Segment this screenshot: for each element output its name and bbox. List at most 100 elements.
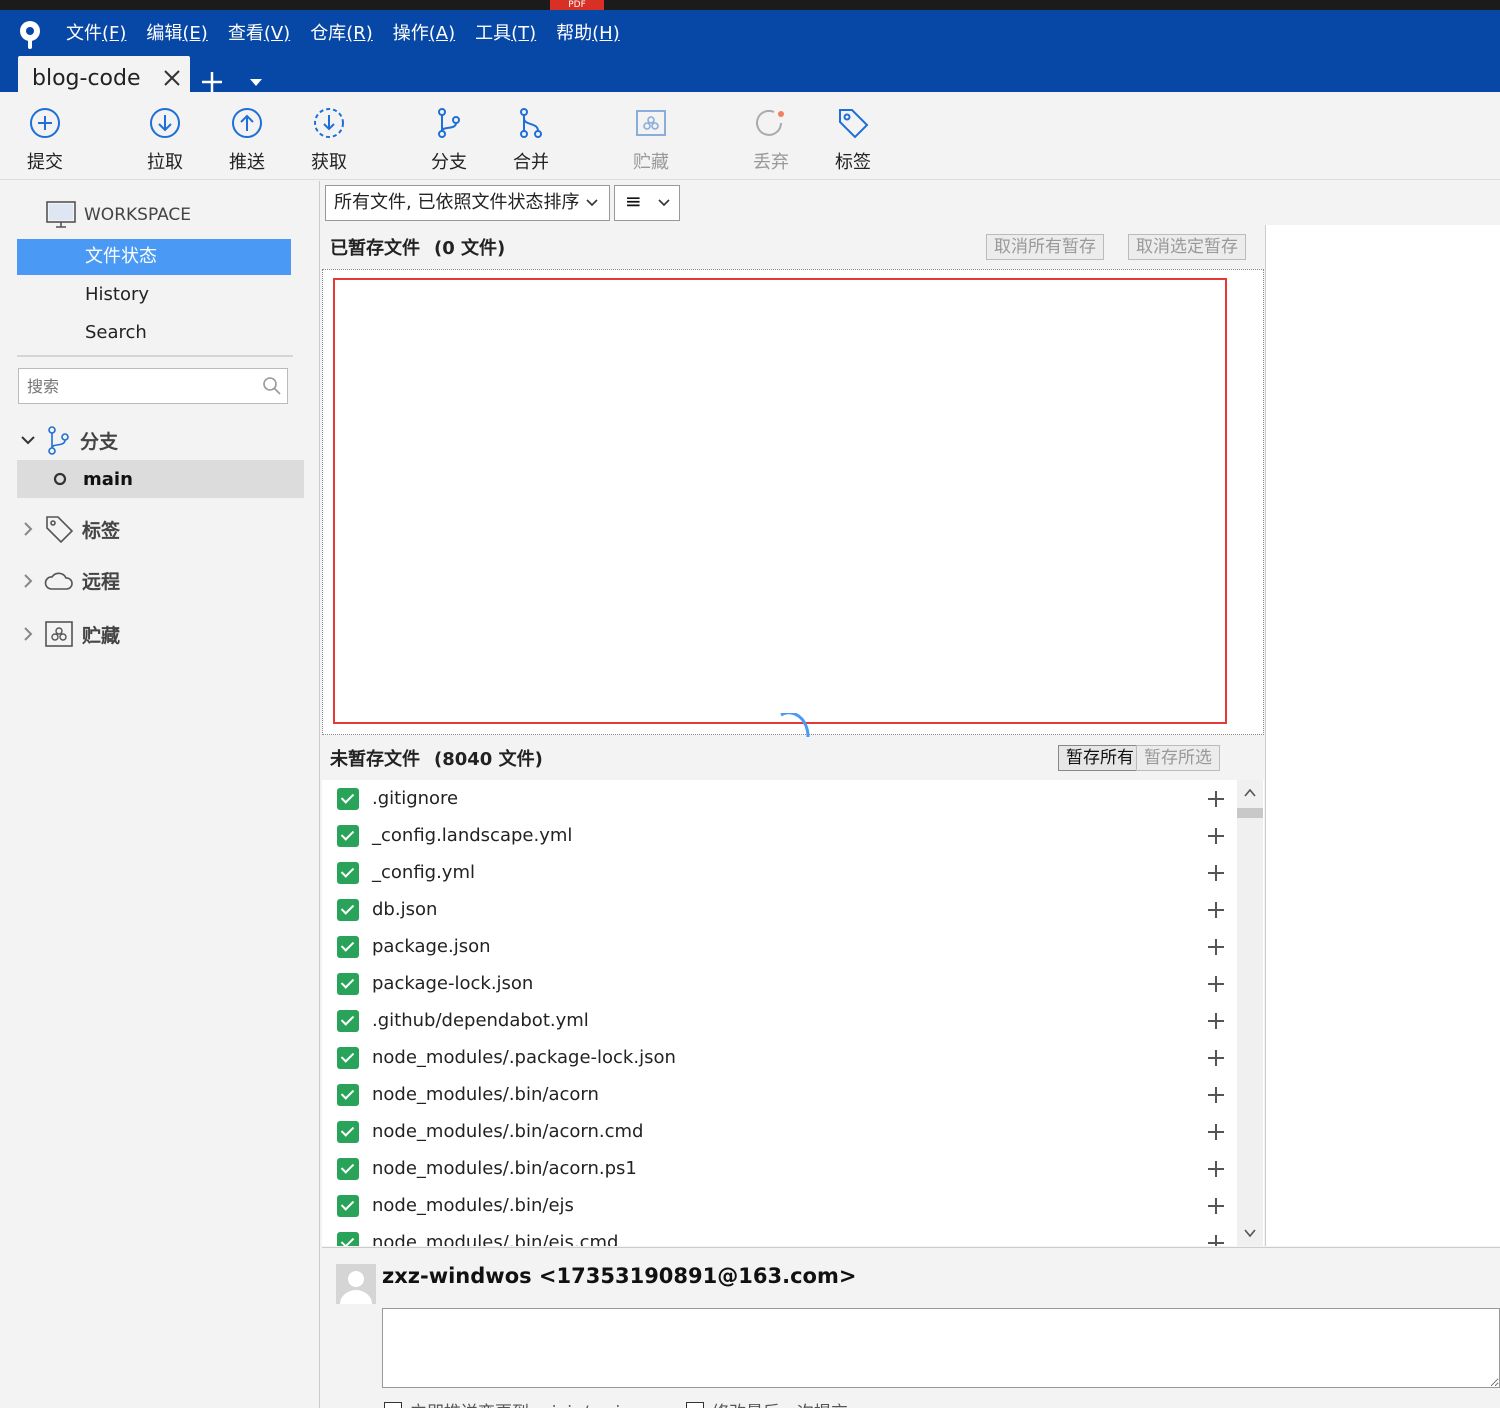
branch-item-main[interactable]: main [17,460,304,498]
stage-file-plus-icon[interactable] [1206,1196,1226,1216]
file-row[interactable]: node_modules/.bin/acorn [322,1076,1237,1113]
file-checkbox[interactable] [337,824,359,847]
stage-file-plus-icon[interactable] [1206,789,1226,809]
file-row[interactable]: _config.yml [322,854,1237,891]
chevron-down-icon[interactable] [1244,1228,1256,1238]
menu-item-0[interactable]: 文件(F) [56,18,136,50]
menu-item-4[interactable]: 操作(A) [383,18,465,50]
stage-file-plus-icon[interactable] [1206,1011,1226,1031]
menu-bar: 文件(F) 编辑(E) 查看(V) 仓库(R) 操作(A) 工具(T) 帮助(H) [56,18,630,50]
menu-item-3[interactable]: 仓库(R) [300,18,383,50]
file-checkbox[interactable] [337,1046,359,1069]
file-checkbox[interactable] [337,972,359,995]
avatar [336,1264,376,1304]
menu-item-6[interactable]: 帮助(H) [546,18,630,50]
remotes-group[interactable]: 远程 [20,567,120,594]
file-checkbox[interactable] [337,1231,359,1246]
file-name: node_modules/.package-lock.json [372,1047,676,1068]
push-immediately-option[interactable]: 立即推送变更到 origin/main [384,1398,631,1408]
file-row[interactable]: package.json [322,928,1237,965]
unstage-all-button[interactable]: 取消所有暂存 [986,234,1104,260]
file-checkbox[interactable] [337,1009,359,1032]
stage-file-plus-icon[interactable] [1206,1233,1226,1247]
file-row[interactable]: package-lock.json [322,965,1237,1002]
push-button[interactable]: 推送 [217,106,277,174]
file-row[interactable]: .gitignore [322,780,1237,817]
file-name: package.json [372,936,491,957]
file-name: node_modules/.bin/acorn.ps1 [372,1158,637,1179]
file-row[interactable]: node_modules/.package-lock.json [322,1039,1237,1076]
chevron-down-icon[interactable] [250,79,262,86]
menu-item-2[interactable]: 查看(V) [218,18,300,50]
file-checkbox[interactable] [337,935,359,958]
stage-file-plus-icon[interactable] [1206,1122,1226,1142]
file-checkbox[interactable] [337,1194,359,1217]
tag-icon [839,109,869,139]
sidebar-item-search[interactable]: Search [17,315,291,351]
branch-button[interactable]: 分支 [419,106,479,174]
stage-file-plus-icon[interactable] [1206,974,1226,994]
file-row[interactable]: node_modules/.bin/acorn.ps1 [322,1150,1237,1187]
staged-files-list[interactable] [322,269,1264,735]
tag-button[interactable]: 标签 [823,106,883,174]
commit-button[interactable]: 提交 [15,106,75,174]
stage-file-plus-icon[interactable] [1206,863,1226,883]
push-immediately-checkbox[interactable] [384,1401,402,1408]
workspace-header: WORKSPACE [46,201,191,229]
stage-file-plus-icon[interactable] [1206,826,1226,846]
file-row[interactable]: db.json [322,891,1237,928]
amend-checkbox[interactable] [686,1401,704,1408]
commit-area: zxz-windwos <17353190891@163.com> 立即推送变更… [322,1247,1500,1408]
stage-all-button[interactable]: 暂存所有 [1058,745,1142,771]
sidebar-item-file-status[interactable]: 文件状态 [17,239,291,275]
file-name: .github/dependabot.yml [372,1010,589,1031]
discard-button[interactable]: 丢弃 [741,106,801,174]
pull-button[interactable]: 拉取 [135,106,195,174]
branches-group[interactable]: 分支 [20,425,118,455]
file-checkbox[interactable] [337,861,359,884]
scrollbar-thumb[interactable] [1237,808,1263,818]
monitor-icon [46,201,76,228]
stage-file-plus-icon[interactable] [1206,900,1226,920]
menu-item-1[interactable]: 编辑(E) [136,18,217,50]
plus-icon[interactable] [200,70,224,94]
file-row[interactable]: node_modules/.bin/acorn.cmd [322,1113,1237,1150]
menu-item-5[interactable]: 工具(T) [465,18,546,50]
tags-group[interactable]: 标签 [20,514,120,544]
sidebar-search-input[interactable] [18,368,288,404]
file-checkbox[interactable] [337,787,359,810]
chevron-up-icon[interactable] [1244,788,1256,798]
sourcetree-logo-icon [20,21,40,49]
file-checkbox[interactable] [337,898,359,921]
user-icon [340,1271,372,1304]
fetch-button[interactable]: 获取 [299,106,359,174]
file-checkbox[interactable] [337,1120,359,1143]
amend-option[interactable]: 修改最后一次提交 [686,1398,848,1408]
file-filter-dropdown[interactable]: 所有文件, 已依照文件状态排序 [325,185,610,221]
unstage-selected-button[interactable]: 取消选定暂存 [1128,234,1246,260]
sidebar-item-history[interactable]: History [17,277,291,313]
tag-icon [46,516,74,544]
file-row[interactable]: node_modules/.bin/ejs [322,1187,1237,1224]
file-row[interactable]: _config.landscape.yml [322,817,1237,854]
branch-icon [48,426,69,455]
stash-button[interactable]: 贮藏 [621,106,681,174]
file-row[interactable]: node_modules/.bin/ejs.cmd [322,1224,1237,1246]
vertical-scrollbar[interactable] [1237,780,1263,1246]
stashes-group[interactable]: 贮藏 [20,620,120,648]
commit-message-input[interactable] [382,1308,1500,1388]
stage-file-plus-icon[interactable] [1206,1085,1226,1105]
arrow-up-circle-icon [232,108,262,138]
view-mode-dropdown[interactable]: ≡ [614,185,680,221]
stage-file-plus-icon[interactable] [1206,937,1226,957]
stage-file-plus-icon[interactable] [1206,1048,1226,1068]
stage-file-plus-icon[interactable] [1206,1159,1226,1179]
stage-selected-button[interactable]: 暂存所选 [1136,745,1220,771]
file-checkbox[interactable] [337,1157,359,1180]
chevron-down-icon [21,436,35,445]
file-row[interactable]: .github/dependabot.yml [322,1002,1237,1039]
close-icon[interactable] [162,68,182,88]
repo-tab-title: blog-code [32,65,141,91]
merge-button[interactable]: 合并 [501,106,561,174]
file-checkbox[interactable] [337,1083,359,1106]
